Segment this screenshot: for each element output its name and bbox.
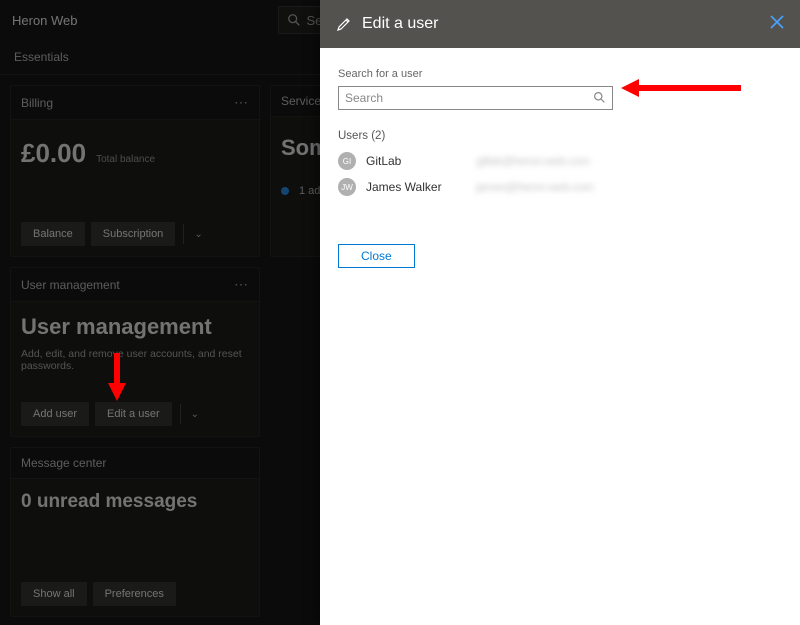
search-icon: [593, 91, 606, 107]
avatar: JW: [338, 178, 356, 196]
user-email: gitlab@heron-web.com: [476, 154, 590, 168]
user-name: GitLab: [366, 154, 466, 168]
close-button[interactable]: Close: [338, 244, 415, 268]
annotation-arrow-icon: [621, 83, 741, 93]
close-icon[interactable]: [770, 15, 784, 34]
user-name: James Walker: [366, 180, 466, 194]
user-row[interactable]: JW James Walker james@heron-web.com: [338, 174, 782, 200]
flyout-header: Edit a user: [320, 0, 800, 48]
flyout-title: Edit a user: [362, 15, 760, 33]
search-user-label: Search for a user: [338, 68, 782, 80]
user-email: james@heron-web.com: [476, 180, 593, 194]
search-user-input[interactable]: [338, 86, 613, 110]
avatar: GI: [338, 152, 356, 170]
user-list-label: Users (2): [338, 130, 782, 142]
annotation-arrow-icon: [112, 353, 122, 401]
user-row[interactable]: GI GitLab gitlab@heron-web.com: [338, 148, 782, 174]
pencil-icon: [336, 16, 352, 32]
edit-user-flyout: Edit a user Search for a user Users (2) …: [320, 0, 800, 625]
